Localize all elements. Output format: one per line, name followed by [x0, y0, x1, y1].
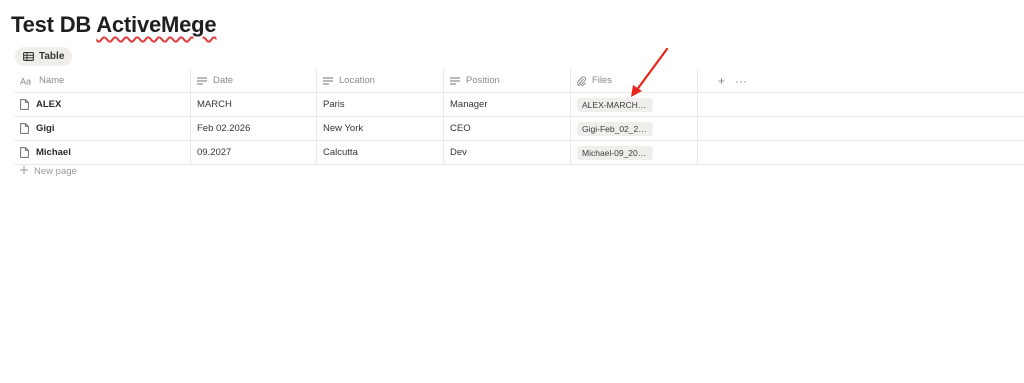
cell-position[interactable]: CEO [444, 117, 571, 140]
table-header-row: Aa Name Date Location Position Files + ·… [14, 69, 1024, 93]
column-header-label: Date [213, 75, 234, 86]
page-icon [20, 123, 29, 134]
column-header-files[interactable]: Files [571, 69, 698, 92]
file-chip[interactable]: Gigi-Feb_02_20... [577, 121, 653, 136]
database-table: Aa Name Date Location Position Files + ·… [14, 69, 1024, 165]
cell-files[interactable]: ALEX-MARCH.pdf [571, 93, 698, 116]
lines-icon [323, 76, 333, 85]
svg-text:Aa: Aa [20, 77, 31, 85]
cell-date[interactable]: Feb 02.2026 [191, 117, 317, 140]
column-header-label: Position [466, 75, 500, 86]
cell-name[interactable]: ALEX [14, 93, 191, 116]
row-name: ALEX [36, 99, 62, 110]
cell-date[interactable]: MARCH [191, 93, 317, 116]
column-header-position[interactable]: Position [444, 69, 571, 92]
column-header-location[interactable]: Location [317, 69, 444, 92]
page-icon [20, 147, 29, 158]
annotation-arrow-icon [631, 47, 669, 97]
table-row[interactable]: ALEX MARCH Paris Manager ALEX-MARCH.pdf [14, 93, 1024, 117]
page-icon [20, 99, 29, 110]
column-header-label: Name [39, 75, 65, 86]
file-chip[interactable]: ALEX-MARCH.pdf [577, 97, 653, 112]
cell-files[interactable]: Michael-09_202... [571, 141, 698, 164]
page-title-part2: ActiveMege [96, 12, 217, 37]
cell-position[interactable]: Manager [444, 93, 571, 116]
file-chip[interactable]: Michael-09_202... [577, 145, 653, 160]
cell-filler [698, 117, 1024, 140]
page-title-part1: Test DB [11, 12, 97, 37]
new-page-button[interactable]: New page [20, 166, 77, 177]
cell-filler [698, 141, 1024, 164]
column-header-name[interactable]: Aa Name [14, 69, 191, 92]
table-row[interactable]: Michael 09.2027 Calcutta Dev Michael-09_… [14, 141, 1024, 165]
add-property-button[interactable]: + [718, 74, 725, 88]
cell-location[interactable]: Paris [317, 93, 444, 116]
cell-position[interactable]: Dev [444, 141, 571, 164]
text-type-icon: Aa [20, 77, 33, 85]
column-header-date[interactable]: Date [191, 69, 317, 92]
lines-icon [197, 76, 207, 85]
cell-files[interactable]: Gigi-Feb_02_20... [571, 117, 698, 140]
new-page-label: New page [34, 166, 77, 177]
row-name: Michael [36, 147, 71, 158]
cell-date[interactable]: 09.2027 [191, 141, 317, 164]
lines-icon [450, 76, 460, 85]
header-actions: + ··· [718, 69, 747, 92]
plus-icon [20, 166, 28, 177]
cell-location[interactable]: New York [317, 117, 444, 140]
more-options-button[interactable]: ··· [735, 74, 747, 88]
page-title[interactable]: Test DB ActiveMege [11, 12, 217, 38]
row-name: Gigi [36, 123, 55, 134]
column-header-label: Location [339, 75, 375, 86]
view-tab-table[interactable]: Table [15, 47, 73, 66]
view-tab-label: Table [39, 51, 65, 62]
table-row[interactable]: Gigi Feb 02.2026 New York CEO Gigi-Feb_0… [14, 117, 1024, 141]
cell-name[interactable]: Gigi [14, 117, 191, 140]
table-icon [23, 52, 34, 61]
cell-location[interactable]: Calcutta [317, 141, 444, 164]
cell-filler [698, 93, 1024, 116]
paperclip-icon [577, 76, 586, 86]
column-header-label: Files [592, 75, 613, 86]
cell-name[interactable]: Michael [14, 141, 191, 164]
